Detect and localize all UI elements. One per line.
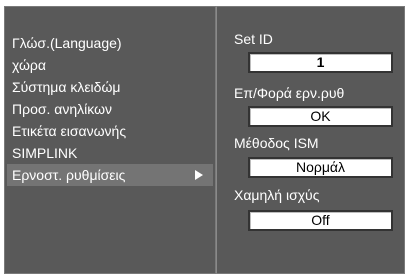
tv-setup-screen: Γλώσ.(Language) χώρα Σύστημα κλειδώμ Προ… <box>0 0 409 277</box>
power-on-status-value[interactable]: OK <box>248 106 393 127</box>
menu-item-simplink[interactable]: SIMPLINK <box>7 142 213 164</box>
menu-item-label: Σύστημα κλειδώμ <box>12 79 121 95</box>
factory-settings-panel: Set ID 1 Επ/Φορά ερν.ρυθ OK Μέθοδος ISM … <box>216 6 405 274</box>
menu-item-label: SIMPLINK <box>12 145 78 161</box>
menu-item-lock-system[interactable]: Σύστημα κλειδώμ <box>7 76 213 98</box>
low-power-label: Χαμηλή ισχύς <box>234 187 320 203</box>
power-on-status-label: Επ/Φορά ερν.ρυθ <box>234 85 345 101</box>
menu-item-parental[interactable]: Προσ. ανηλίκων <box>7 98 213 120</box>
option-menu-list: Γλώσ.(Language) χώρα Σύστημα κλειδώμ Προ… <box>7 32 213 186</box>
menu-item-label: Γλώσ.(Language) <box>12 35 122 51</box>
menu-item-input-label[interactable]: Ετικέτα εισανωνής <box>7 120 213 142</box>
menu-item-label: χώρα <box>12 57 46 73</box>
menu-item-factory-settings[interactable]: Ερνοστ. ρυθμίσεις <box>7 164 213 186</box>
set-id-label: Set ID <box>234 31 273 47</box>
menu-item-label: Προσ. ανηλίκων <box>12 101 113 117</box>
set-id-value[interactable]: 1 <box>248 52 393 73</box>
option-menu-panel: Γλώσ.(Language) χώρα Σύστημα κλειδώμ Προ… <box>4 6 216 274</box>
low-power-value[interactable]: Off <box>248 210 393 231</box>
menu-item-label: Ερνοστ. ρυθμίσεις <box>12 167 126 183</box>
ism-method-label: Μέθοδος ISM <box>234 135 319 151</box>
arrow-right-icon <box>195 170 203 180</box>
ism-method-value[interactable]: Νορμάλ <box>248 157 393 178</box>
menu-item-label: Ετικέτα εισανωνής <box>12 123 127 139</box>
menu-item-country[interactable]: χώρα <box>7 54 213 76</box>
menu-item-language[interactable]: Γλώσ.(Language) <box>7 32 213 54</box>
